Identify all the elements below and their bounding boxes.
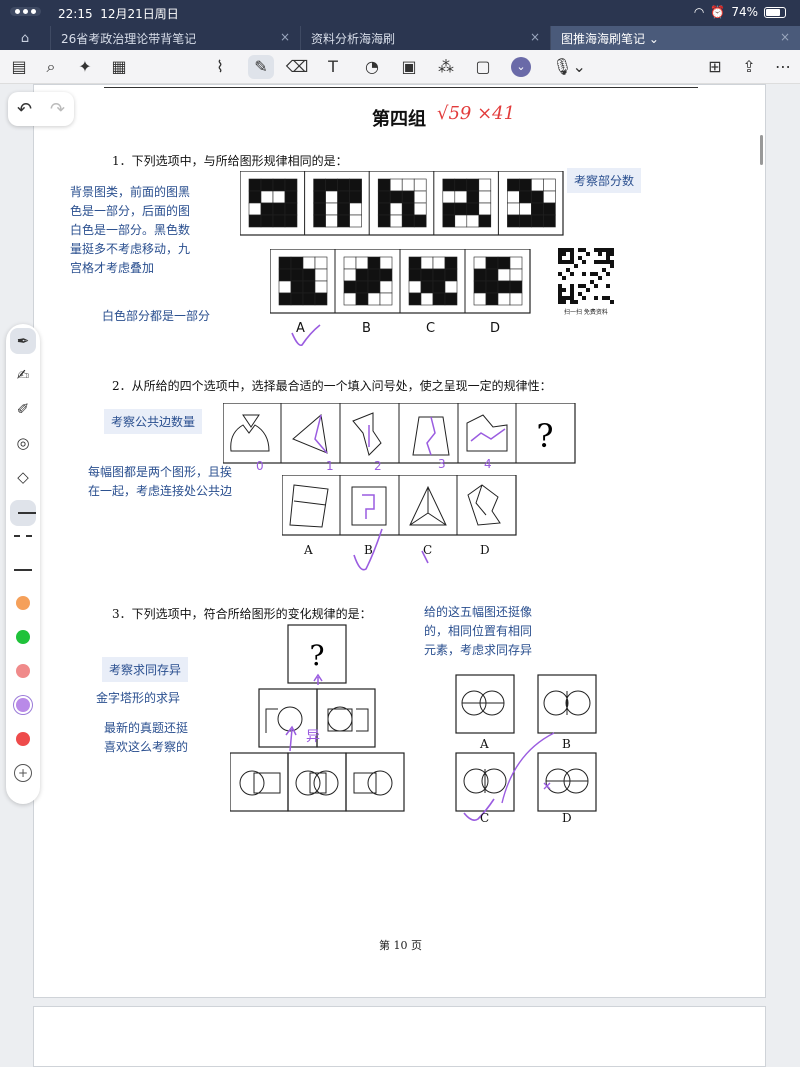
q3-handwritten-diff: 异 xyxy=(306,729,320,745)
q2-question-mark: ? xyxy=(536,417,553,455)
microphone-icon[interactable]: 🎙⌄ xyxy=(552,55,586,79)
next-page[interactable] xyxy=(33,1006,766,1067)
tab-graphic-notes[interactable]: 图推海海刷笔记 ⌄ × xyxy=(550,26,800,50)
q3-pyramid-figures: ? 异 xyxy=(230,624,405,812)
q3-tag: 考察求同存异 xyxy=(102,657,189,682)
color-orange[interactable] xyxy=(16,596,30,610)
status-time: 22:15 12月21日周日 xyxy=(58,7,179,21)
q2-count-1: 1 xyxy=(326,459,334,473)
close-icon[interactable]: × xyxy=(780,30,790,44)
redo-icon[interactable]: ↷ xyxy=(50,99,65,120)
q2-check-marks xyxy=(353,528,429,571)
fountain-pen-icon[interactable]: ✒ xyxy=(10,328,36,354)
text-box-icon[interactable]: T xyxy=(320,55,346,79)
q3-option-c[interactable]: C xyxy=(480,811,489,825)
q1-option-c[interactable]: C xyxy=(426,321,435,336)
color-purple[interactable] xyxy=(16,698,30,712)
q2-count-3: 3 xyxy=(438,457,446,471)
page-top-rule xyxy=(104,87,698,88)
elements-icon[interactable]: ⁂ xyxy=(433,55,459,79)
more-tools-icon[interactable]: ⌄ xyxy=(511,57,531,77)
q2-option-a[interactable]: A xyxy=(304,543,313,557)
tab-politics-notes[interactable]: 26省考政治理论带背笔记 × xyxy=(50,26,300,50)
question-3-text: 3．下列选项中，符合所给图形的变化规律的是： xyxy=(112,607,372,621)
pen-tool-icon[interactable]: ✎ xyxy=(248,55,274,79)
home-icon[interactable]: ⌂ xyxy=(0,26,50,50)
battery-percent: 74% xyxy=(731,5,758,19)
wifi-icon: ◠ xyxy=(693,5,705,19)
share-icon[interactable]: ⇪ xyxy=(736,55,762,79)
tab-data-analysis[interactable]: 资料分析海海刷 × xyxy=(300,26,550,50)
close-icon[interactable]: × xyxy=(280,30,290,44)
q1-check-mark xyxy=(291,324,321,347)
search-icon[interactable]: ⌕ xyxy=(38,55,64,79)
color-pink[interactable] xyxy=(16,664,30,678)
q3-option-d[interactable]: D xyxy=(562,811,572,825)
q1-option-figures xyxy=(270,249,531,314)
more-icon[interactable]: ⋯ xyxy=(770,55,796,79)
close-icon[interactable]: × xyxy=(530,30,540,44)
document-icon[interactable]: ▦ xyxy=(106,55,132,79)
shape-icon[interactable]: ◔ xyxy=(359,55,385,79)
ai-sparkle-icon[interactable]: ✦ xyxy=(72,55,98,79)
q1-option-b[interactable]: B xyxy=(362,321,371,336)
q1-tag: 考察部分数 xyxy=(567,168,642,193)
battery-icon xyxy=(764,6,786,18)
color-green[interactable] xyxy=(16,630,30,644)
status-bar: 22:15 12月21日周日 ◠ ⏰ 74% xyxy=(0,0,800,26)
ball-pen-icon[interactable]: ✍ xyxy=(10,362,36,388)
line-dashed[interactable] xyxy=(14,535,32,537)
undo-redo-panel: ↶ ↷ xyxy=(8,92,74,126)
color-red[interactable] xyxy=(16,732,30,746)
q3-note-3: 给的这五幅图还挺像的，相同位置有相同元素，考虑求同存异 xyxy=(424,605,533,657)
question-1-text: 1．下列选项中，与所给图形规律相同的是： xyxy=(112,154,348,168)
q3-note-1: 金字塔形的求异 xyxy=(96,691,181,705)
add-page-icon[interactable]: ⊞ xyxy=(702,55,728,79)
line-solid-thick[interactable] xyxy=(10,500,36,526)
q1-note-2: 白色部分都是一部分 xyxy=(102,309,211,323)
q2-count-2: 2 xyxy=(374,459,382,473)
q2-option-d[interactable]: D xyxy=(480,543,490,557)
tab-bar: ⌂ 26省考政治理论带背笔记 × 资料分析海海刷 × 图推海海刷笔记 ⌄ × xyxy=(0,26,800,50)
q2-tag: 考察公共边数量 xyxy=(104,409,203,434)
note-page[interactable]: 第四组 √59 ×41 1．下列选项中，与所给图形规律相同的是： 考察部分数 背… xyxy=(33,84,766,998)
qr-caption: 扫一扫 免费资料 xyxy=(564,309,608,316)
toolbar: ▤ ⌕ ✦ ▦ ⌇ ✎ ⌫ T ◔ ▣ ⁂ ▢ ⌄ 🎙⌄ ⊞ ⇪ ⋯ xyxy=(0,50,800,84)
q3-option-figures xyxy=(455,674,597,821)
q3-option-a[interactable]: A xyxy=(480,737,489,751)
q3-option-b[interactable]: B xyxy=(562,737,571,751)
q1-option-d[interactable]: D xyxy=(490,321,500,336)
q2-count-4: 4 xyxy=(484,457,492,471)
q3-question-mark: ? xyxy=(309,639,324,672)
q2-note: 每幅图都是两个图形，且挨在一起，考虑连接处公共边 xyxy=(88,465,233,498)
handwritten-score: √59 ×41 xyxy=(437,103,516,124)
shape-pen-icon[interactable]: ◇ xyxy=(10,464,36,490)
lasso-icon[interactable]: ⌇ xyxy=(207,55,233,79)
page-scrollbar[interactable] xyxy=(760,135,763,165)
line-solid-thin[interactable] xyxy=(14,569,32,571)
undo-icon[interactable]: ↶ xyxy=(17,99,32,120)
q1-stem-figures xyxy=(240,171,564,236)
question-2-text: 2．从所给的四个选项中，选择最合适的一个填入问号处，使之呈现一定的规律性： xyxy=(112,379,552,393)
sidebar-icon[interactable]: ▤ xyxy=(6,55,32,79)
alarm-icon: ⏰ xyxy=(710,5,726,19)
sticky-note-icon[interactable]: ▢ xyxy=(470,55,496,79)
q2-count-0: 0 xyxy=(256,459,264,473)
page-title: 第四组 xyxy=(372,109,426,130)
image-icon[interactable]: ▣ xyxy=(396,55,422,79)
multitask-dots[interactable] xyxy=(10,7,41,16)
workspace: ↶ ↷ ✒ ✍ ✐ ◎ ◇ + 第四组 √59 ×41 1．下列选项中，与所给图… xyxy=(0,84,800,1067)
brush-pen-icon[interactable]: ✐ xyxy=(10,396,36,422)
chevron-down-icon[interactable]: ⌄ xyxy=(649,32,659,46)
page-number: 第 10 页 xyxy=(379,939,422,952)
highlighter-icon[interactable]: ◎ xyxy=(10,430,36,456)
q2-stem-figures: ? xyxy=(223,403,576,464)
pen-tray: ✒ ✍ ✐ ◎ ◇ + xyxy=(6,324,40,804)
q1-note: 背景图类，前面的图黑色是一部分，后面的图白色是一部分。黑色数量挺多不考虑移动，九… xyxy=(70,185,191,275)
add-color-icon[interactable]: + xyxy=(14,764,32,782)
qr-code[interactable] xyxy=(558,248,614,306)
eraser-icon[interactable]: ⌫ xyxy=(284,55,310,79)
q3-note-2: 最新的真题还挺喜欢这么考察的 xyxy=(104,721,189,754)
